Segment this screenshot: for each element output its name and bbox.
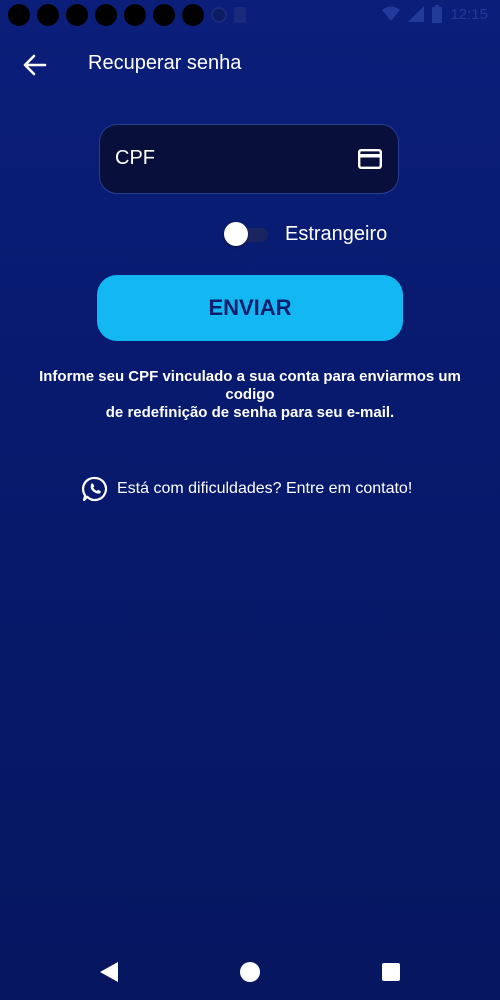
info-text: Informe seu CPF vinculado a sua conta pa… [20,368,480,422]
foreigner-toggle-label: Estrangeiro [285,222,388,245]
back-arrow-icon[interactable] [22,52,48,78]
contact-link[interactable]: Está com dificuldades? Entre em contato! [82,476,412,502]
cpf-input[interactable]: CPF [99,124,399,194]
notification-icon [153,4,175,26]
info-line: codigo [225,386,275,403]
notification-icon [37,4,59,26]
nav-recent-icon[interactable] [382,963,400,981]
cpf-field-label: CPF [115,147,155,169]
status-right: 12:15 [382,5,488,23]
page-title: Recuperar senha [88,52,242,74]
notification-icons [8,4,246,26]
foreigner-toggle-row[interactable]: Estrangeiro [224,220,387,248]
app-header: Recuperar senha [0,44,500,84]
nav-back-icon[interactable] [100,962,118,982]
contact-text: Está com dificuldades? Entre em contato! [117,480,413,497]
foreigner-toggle[interactable] [224,220,270,248]
nav-home-icon[interactable] [240,962,260,982]
status-bar: 12:15 [0,0,500,30]
circle-status-icon [211,7,227,23]
notification-icon [8,4,30,26]
info-line: de redefinição de senha para seu e-mail. [105,404,395,421]
notification-icon [66,4,88,26]
info-line: Informe seu CPF vinculado a sua conta pa… [39,368,461,385]
toggle-knob [224,222,248,246]
notification-icon [182,4,204,26]
wifi-icon [382,6,401,21]
notification-icon [95,4,117,26]
credit-card-icon [358,149,382,169]
status-time: 12:15 [450,5,488,23]
system-nav-bar [0,950,500,992]
signal-icon [408,6,425,22]
battery-icon [432,5,443,23]
send-button[interactable]: ENVIAR [97,275,403,341]
whatsapp-icon [82,476,108,502]
notification-icon [124,4,146,26]
sd-card-icon [234,7,246,23]
